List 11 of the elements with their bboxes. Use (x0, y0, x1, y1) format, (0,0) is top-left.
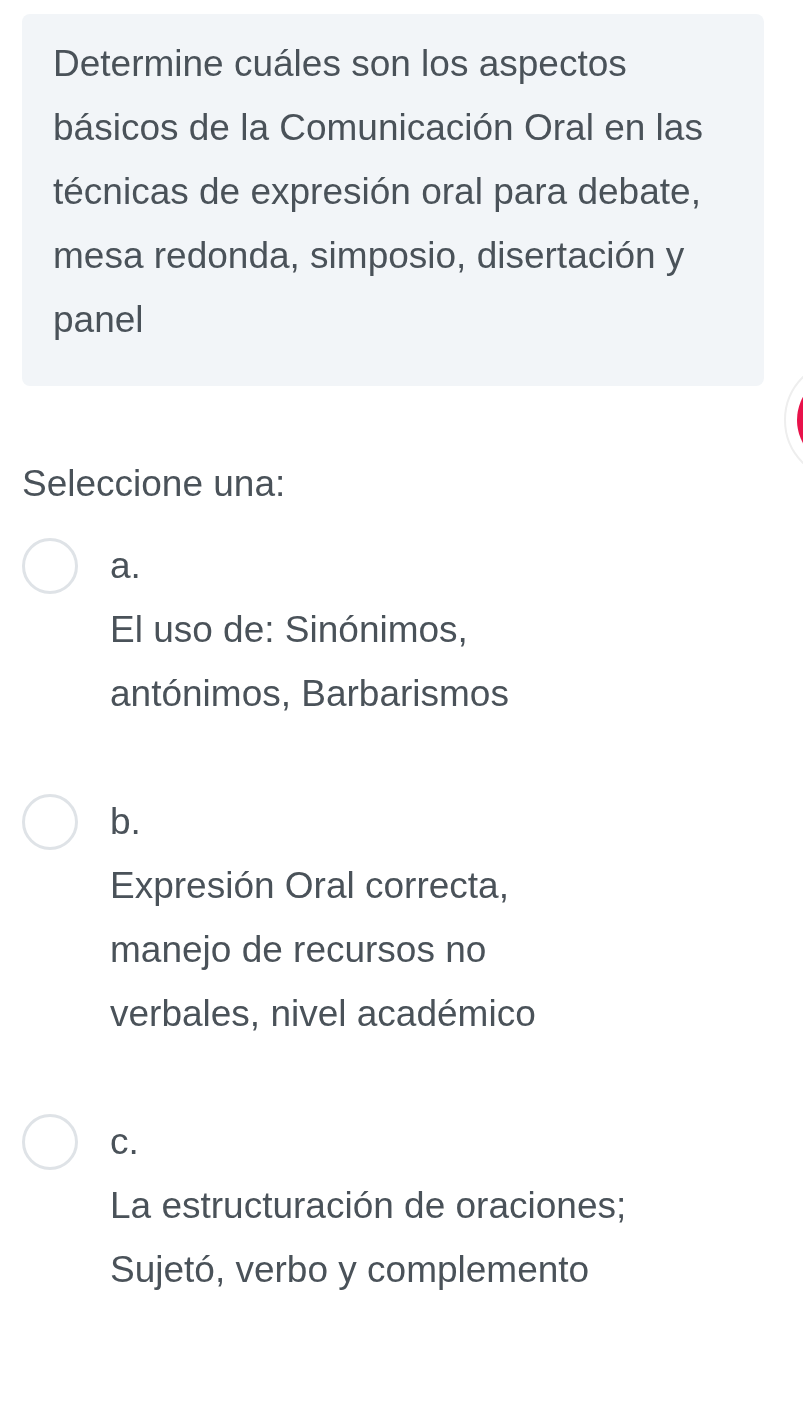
option-text: La estructuración de oraciones; Sujetó, verbo y complemento (110, 1184, 628, 1292)
radio-button[interactable] (22, 538, 78, 594)
prompt-text: Seleccione una: (22, 462, 287, 506)
radio-button[interactable] (22, 794, 78, 850)
option-letter: a. (110, 544, 142, 588)
option-text: El uso de: Sinónimos, antónimos, Barbarismos (110, 608, 510, 716)
question-text: Determine cuáles son los aspectos básicos de la Comunicación Oral en las técnicas de expresión oral para debate, mesa redonda, simposio, disertación y panel (53, 43, 703, 340)
option-text: Expresión Oral correcta, manejo de recursos no verbales, nivel académico (110, 864, 537, 1036)
option-letter: b. (110, 800, 142, 844)
radio-button[interactable] (22, 1114, 78, 1170)
option-letter: c. (110, 1120, 140, 1164)
